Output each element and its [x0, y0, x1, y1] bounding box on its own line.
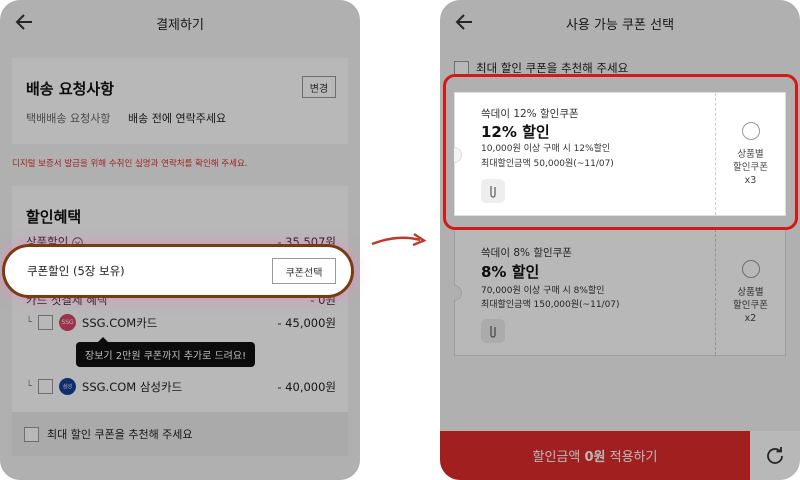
paperclip-icon	[481, 319, 505, 343]
card-value: - 45,000원	[277, 315, 336, 330]
checkout-screen: 결제하기 배송 요청사항 변경 택배배송 요청사항 배송 전에 연락주세요 디지…	[0, 0, 360, 480]
back-arrow-icon[interactable]	[12, 9, 38, 35]
card-name: SSG.COM 삼성카드	[82, 379, 183, 394]
change-button[interactable]: 변경	[302, 76, 336, 98]
refresh-button[interactable]	[750, 431, 800, 480]
delivery-card: 배송 요청사항 변경 택배배송 요청사항 배송 전에 연락주세요	[12, 58, 348, 144]
coupon-side-label: 상품별 할인쿠폰 x2	[733, 286, 768, 324]
coupon-condition: 70,000원 이상 구매 시 8%할인	[481, 286, 605, 296]
coupon-max: 최대할인금액 150,000원(~11/07)	[481, 300, 620, 310]
refresh-icon	[767, 446, 783, 464]
notice-text: 디지털 보증서 발급을 위해 수취인 실명과 연락처를 확인해 주세요.	[12, 159, 248, 169]
tree-branch-icon: └	[26, 317, 33, 328]
apply-discount-button[interactable]: 할인금액 0원 적용하기	[440, 431, 750, 480]
coupon-discount-row[interactable]: 쿠폰할인 (5장 보유) 쿠폰선택	[2, 244, 354, 298]
card-logo: SSG	[59, 314, 77, 331]
card-name: SSG.COM카드	[82, 315, 158, 330]
card-logo: 삼성	[59, 378, 77, 395]
coupon-select-button[interactable]: 쿠폰선택	[272, 258, 336, 284]
apply-amount: 0원	[584, 450, 606, 465]
coupon-header: 사용 가능 쿠폰 선택	[440, 0, 800, 46]
coupon-notch	[454, 285, 462, 301]
card-value: - 40,000원	[277, 379, 336, 394]
delivery-field-value: 배송 전에 연락주세요	[128, 112, 227, 125]
card-checkbox[interactable]	[38, 379, 54, 394]
coupon-headline: 8% 할인	[481, 263, 540, 281]
coupon-highlight-frame	[443, 74, 798, 230]
card-checkbox[interactable]	[38, 315, 54, 330]
coupon-radio[interactable]	[741, 259, 760, 278]
page-title: 결제하기	[156, 17, 204, 33]
page-title: 사용 가능 쿠폰 선택	[565, 17, 675, 33]
back-arrow-icon[interactable]	[452, 9, 478, 35]
coupon-side: 상품별 할인쿠폰 x2	[715, 229, 785, 355]
flow-arrow-icon	[371, 232, 427, 247]
checkout-header: 결제하기	[0, 0, 360, 46]
tree-branch-icon: └	[26, 381, 33, 392]
coupon-discount-label: 쿠폰할인 (5장 보유)	[27, 264, 125, 278]
card-option-row: └ SSG SSG.COM카드 - 45,000원	[26, 314, 336, 331]
promo-tooltip: 장보기 2만원 쿠폰까지 추가로 드려요!	[76, 337, 256, 367]
delivery-field-label: 택배배송 요청사항	[26, 112, 111, 125]
recommend-row: 최대 할인 쿠폰을 추천해 주세요	[12, 412, 348, 456]
coupon-card[interactable]: 쓱데이 8% 할인쿠폰 8% 할인 70,000원 이상 구매 시 8%할인 최…	[454, 228, 786, 356]
card-option-row: └ 삼성 SSG.COM 삼성카드 - 40,000원	[26, 378, 336, 395]
discount-title: 할인혜택	[26, 208, 82, 226]
delivery-title: 배송 요청사항	[26, 80, 115, 98]
coupon-name: 쓱데이 8% 할인쿠폰	[481, 247, 572, 259]
recommend-checkbox[interactable]	[24, 426, 39, 442]
coupon-select-screen: 사용 가능 쿠폰 선택 최대 할인 쿠폰을 추천해 주세요 쓱데이 8% 할인쿠…	[440, 0, 800, 480]
recommend-label: 최대 할인 쿠폰을 추천해 주세요	[47, 428, 193, 441]
